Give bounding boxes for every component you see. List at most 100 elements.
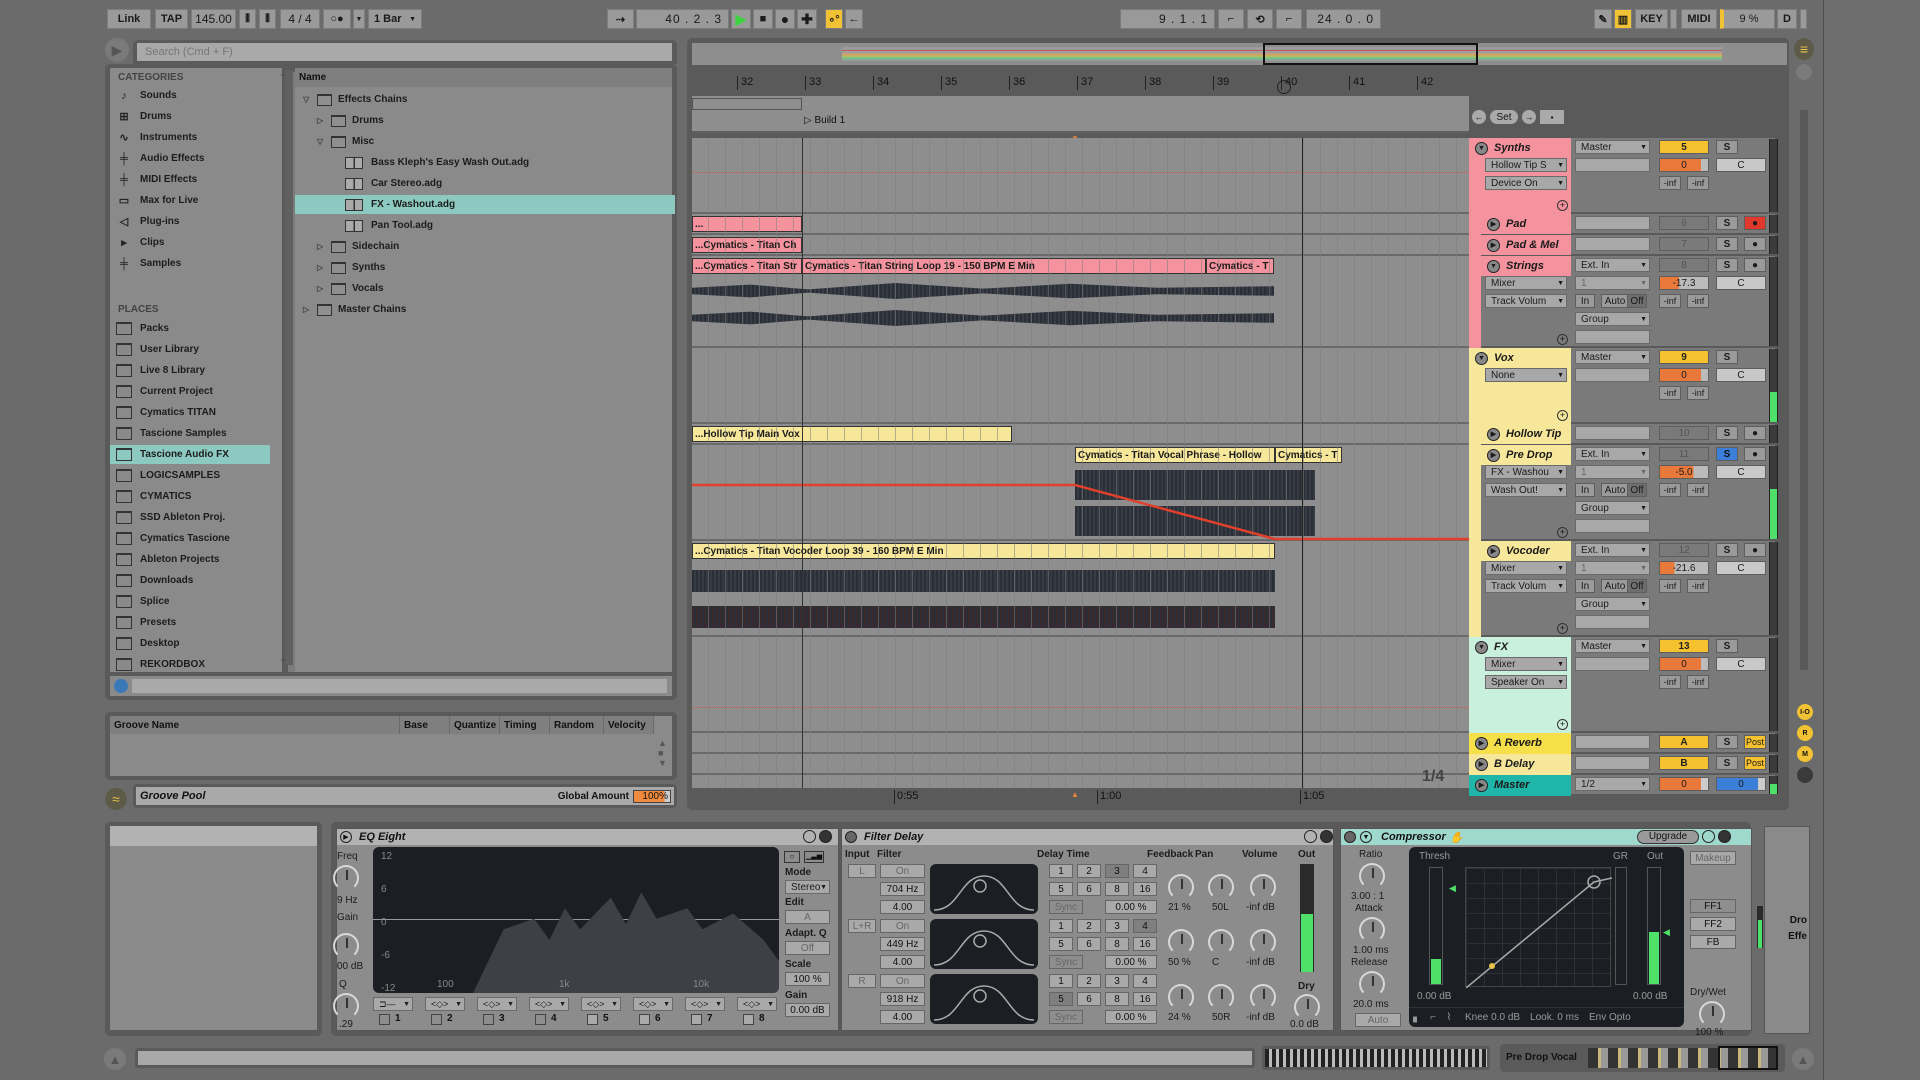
lookahead-dropdown[interactable]: Look. 0 ms	[1530, 1012, 1579, 1023]
solo-button[interactable]: S	[1716, 237, 1738, 251]
delay-beat-button[interactable]: 16	[1133, 937, 1157, 951]
fold-closed-icon[interactable]: ▶	[1487, 217, 1500, 231]
track-header-fx[interactable]: ▼ FX Mixer Speaker On Master 13 S0C -inf -inf +	[1469, 637, 1778, 733]
track-activator[interactable]: 6	[1659, 216, 1709, 230]
category-item-midi-effects[interactable]: ╪ MIDI Effects	[110, 170, 270, 189]
tree-item-master-chains[interactable]: ▷ Master Chains	[295, 300, 675, 319]
arm-button[interactable]: ●	[1744, 543, 1766, 557]
delay-beat-button[interactable]: 1	[1049, 864, 1073, 878]
hot-swap-icon[interactable]	[1702, 830, 1715, 843]
feedback-knob[interactable]	[1168, 874, 1194, 900]
band-filter-type-dropdown[interactable]: <◇>	[685, 997, 725, 1011]
arrangement-overview[interactable]	[692, 43, 1787, 65]
send-a[interactable]: -inf	[1659, 483, 1681, 497]
mixer-toggle-icon[interactable]: ≡	[1794, 38, 1814, 60]
track-name-area[interactable]: ▶ Vocoder	[1481, 541, 1571, 561]
freq-knob[interactable]	[333, 865, 359, 891]
gain-knob[interactable]	[333, 933, 359, 959]
filter-frequency-field[interactable]: 449 Hz	[880, 937, 925, 951]
track-title[interactable]: ▶ Pre Drop	[1481, 446, 1583, 464]
locator-build-1[interactable]: ▷ Build 1	[804, 115, 845, 126]
pan-field[interactable]: C	[1716, 368, 1766, 382]
nudge-down-icon[interactable]: ⦀	[239, 9, 256, 29]
filter-q-field[interactable]: 4.00	[880, 1010, 925, 1024]
track-activator[interactable]: 13	[1659, 639, 1709, 653]
post-button[interactable]: Post	[1744, 756, 1766, 770]
browser-search-input[interactable]	[137, 43, 672, 61]
delay-beat-button[interactable]: 16	[1133, 992, 1157, 1006]
next-locator-icon[interactable]: →	[1522, 110, 1536, 124]
output-type-chooser[interactable]: Group	[1575, 312, 1650, 326]
place-item-downloads[interactable]: Downloads	[110, 571, 270, 590]
filter-display[interactable]	[930, 864, 1038, 914]
eq-audition-icon[interactable]: ○	[784, 851, 800, 863]
track-name-area[interactable]: ▶ Pre Drop	[1481, 445, 1571, 465]
curve-point[interactable]	[1489, 963, 1495, 969]
track-activator[interactable]: 10	[1659, 426, 1709, 440]
category-item-audio-effects[interactable]: ╪ Audio Effects	[110, 149, 270, 168]
place-item-tascione-audio-fx[interactable]: Tascione Audio FX	[110, 445, 270, 464]
fold-closed-icon[interactable]: ▶	[1487, 427, 1500, 441]
band-filter-type-dropdown[interactable]: ⊐—	[373, 997, 413, 1011]
lock-envelopes-icon[interactable]: ▪	[1540, 110, 1564, 124]
arm-button[interactable]: ●	[1744, 258, 1766, 272]
band-filter-type-dropdown[interactable]: <◇>	[529, 997, 569, 1011]
delay-beat-button[interactable]: 2	[1077, 974, 1101, 988]
solo-button[interactable]: S	[1716, 426, 1738, 440]
output-type-chooser[interactable]: Group	[1575, 597, 1650, 611]
disclosure-open-icon[interactable]: ▽	[303, 95, 313, 104]
monitor-auto[interactable]: Auto	[1601, 294, 1629, 308]
midi-map-button[interactable]: MIDI	[1681, 9, 1717, 29]
toggle-i-o[interactable]: I-O	[1797, 704, 1813, 720]
pan-knob[interactable]	[1208, 929, 1234, 955]
band-filter-type-dropdown[interactable]: <◇>	[581, 997, 621, 1011]
band-enable-checkbox[interactable]	[483, 1014, 494, 1025]
input-output-chooser[interactable]	[1575, 216, 1650, 230]
track-name-area[interactable]: ▶ Pad	[1481, 214, 1571, 234]
delay-beat-button[interactable]: 8	[1105, 937, 1129, 951]
playhead[interactable]	[1302, 138, 1303, 788]
output-channel-chooser[interactable]	[1575, 330, 1650, 344]
overview-viewport[interactable]	[1263, 43, 1478, 65]
edit-button[interactable]: A	[785, 910, 830, 924]
clip-strings-c[interactable]: Cymatics - T	[1206, 258, 1274, 274]
track-header-pad-mel[interactable]: ▶ Pad & Mel 7 S ●	[1469, 235, 1778, 256]
input-output-chooser[interactable]: Master	[1575, 350, 1650, 364]
parameter-chooser[interactable]: Track Volum	[1485, 294, 1567, 308]
volume-field[interactable]: 0	[1659, 368, 1709, 382]
band-enable-checkbox[interactable]	[743, 1014, 754, 1025]
parameter-chooser[interactable]: Track Volum	[1485, 579, 1567, 593]
mode-ff2-button[interactable]: FF2	[1690, 917, 1736, 931]
auto-release-button[interactable]: Auto	[1355, 1013, 1401, 1027]
delay-beat-button[interactable]: 1	[1049, 974, 1073, 988]
category-item-sounds[interactable]: ♪ Sounds	[110, 86, 270, 105]
track-activator[interactable]: 11	[1659, 447, 1709, 461]
delay-beat-button[interactable]: 3	[1105, 919, 1129, 933]
volume-automation-line[interactable]	[692, 445, 1469, 541]
track-name-area[interactable]: ▼ Strings	[1481, 256, 1571, 276]
disclosure-closed-icon[interactable]: ▷	[317, 284, 327, 293]
eq-spectrum-toggle-icon[interactable]: ▁▃▅	[804, 851, 824, 863]
category-item-samples[interactable]: ╪ Samples	[110, 254, 270, 273]
send-a[interactable]: -inf	[1659, 176, 1681, 190]
volume-field[interactable]: -17.3	[1659, 276, 1709, 290]
device-chooser[interactable]: Mixer	[1485, 561, 1567, 575]
delay-beat-button[interactable]: 4	[1133, 919, 1157, 933]
adapt-q-toggle[interactable]: Off	[785, 941, 830, 955]
track-activator[interactable]: 8	[1659, 258, 1709, 272]
solo-button[interactable]: S	[1716, 216, 1738, 230]
groove-column-quantize[interactable]: Quantize	[450, 716, 500, 734]
parameter-chooser[interactable]: Speaker On	[1485, 675, 1567, 689]
pan-field[interactable]: C	[1716, 276, 1766, 290]
tree-item-pan-tool-adg[interactable]: Pan Tool.adg	[295, 216, 675, 235]
headphones-preview-icon[interactable]	[114, 679, 128, 693]
add-chain-icon[interactable]: +	[1557, 410, 1568, 421]
sync-button[interactable]: Sync	[1049, 900, 1083, 914]
input-r-button[interactable]: R	[848, 974, 876, 988]
groove-column-base[interactable]: Base	[400, 716, 450, 734]
solo-button[interactable]: S	[1716, 447, 1738, 461]
filter-frequency-field[interactable]: 704 Hz	[880, 882, 925, 896]
fold-closed-icon[interactable]: ▶	[1487, 238, 1500, 252]
name-column-header[interactable]: Name	[295, 68, 672, 87]
fold-closed-icon[interactable]: ▶	[1475, 736, 1488, 750]
